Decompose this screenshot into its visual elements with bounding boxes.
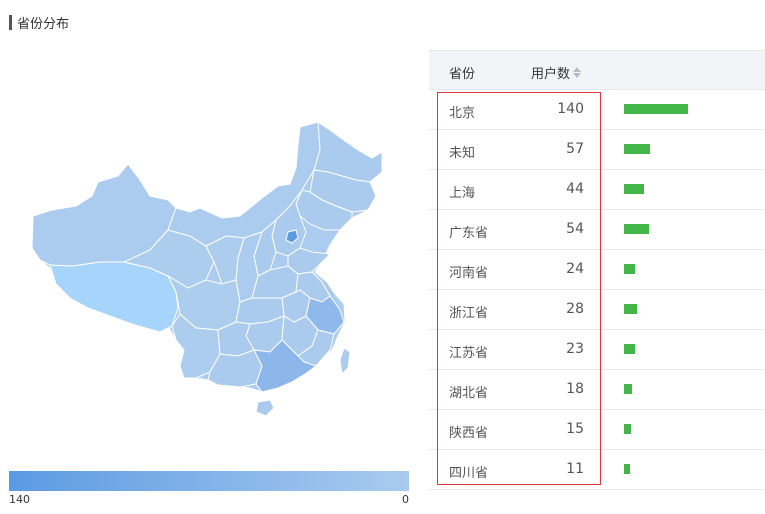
row-bar-track bbox=[624, 304, 724, 314]
row-province: 湖北省 bbox=[449, 386, 489, 401]
row-bar-track bbox=[624, 384, 724, 394]
row-bar-track bbox=[624, 184, 724, 194]
row-user-count: 23 bbox=[566, 341, 584, 357]
china-map[interactable] bbox=[0, 40, 420, 460]
legend-min-label: 0 bbox=[402, 493, 409, 506]
section-title: 省份分布 bbox=[17, 16, 70, 32]
table-row[interactable]: 广东省 54 bbox=[429, 210, 765, 250]
sort-up-icon bbox=[573, 67, 582, 72]
row-bar-track bbox=[624, 224, 724, 234]
table-row[interactable]: 江苏省 23 bbox=[429, 330, 765, 370]
row-province: 河南省 bbox=[449, 266, 489, 281]
row-province: 广东省 bbox=[449, 226, 489, 241]
header-users-label: 用户数 bbox=[531, 67, 571, 82]
row-bar-track bbox=[624, 424, 724, 434]
header-province: 省份 bbox=[449, 67, 476, 82]
table-header: 省份 用户数 bbox=[429, 50, 765, 90]
title-accent-bar bbox=[9, 14, 12, 30]
legend-max-label: 140 bbox=[9, 493, 30, 506]
row-province: 未知 bbox=[449, 146, 476, 161]
row-bar-track bbox=[624, 264, 724, 274]
row-user-count: 54 bbox=[566, 221, 584, 237]
row-province: 江苏省 bbox=[449, 346, 489, 361]
legend-gradient-bar[interactable] bbox=[9, 471, 409, 491]
table-row[interactable]: 上海 44 bbox=[429, 170, 765, 210]
table-row[interactable]: 未知 57 bbox=[429, 130, 765, 170]
row-user-count: 44 bbox=[566, 181, 584, 197]
row-bar-track bbox=[624, 104, 724, 114]
table-row[interactable]: 四川省 11 bbox=[429, 450, 765, 490]
row-bar-fill bbox=[624, 304, 637, 314]
table-row[interactable]: 陕西省 15 bbox=[429, 410, 765, 450]
province-table: 省份 用户数 北京 140 未知 57 上海 44 广东省 54 河南省 24 浙江省 28 江苏省 23… bbox=[429, 50, 765, 490]
row-user-count: 140 bbox=[557, 101, 584, 117]
row-user-count: 15 bbox=[566, 421, 584, 437]
map-region-tibet[interactable] bbox=[49, 261, 179, 333]
row-bar-fill bbox=[624, 424, 631, 434]
map-legend: 140 0 bbox=[9, 471, 409, 507]
row-user-count: 18 bbox=[566, 381, 584, 397]
sort-down-icon bbox=[573, 73, 582, 78]
row-bar-fill bbox=[624, 264, 635, 274]
row-bar-fill bbox=[624, 464, 630, 474]
row-bar-track bbox=[624, 464, 724, 474]
header-users[interactable]: 用户数 bbox=[531, 63, 582, 82]
map-region-taiwan[interactable] bbox=[339, 347, 351, 376]
row-bar-fill bbox=[624, 344, 635, 354]
table-body: 北京 140 未知 57 上海 44 广东省 54 河南省 24 浙江省 28 江苏省 23 湖北省 18 陕西… bbox=[429, 90, 765, 490]
china-map-svg[interactable] bbox=[0, 40, 420, 460]
table-row[interactable]: 北京 140 bbox=[429, 90, 765, 130]
row-province: 上海 bbox=[449, 186, 476, 201]
row-user-count: 28 bbox=[566, 301, 584, 317]
row-bar-fill bbox=[624, 144, 650, 154]
row-province: 浙江省 bbox=[449, 306, 489, 321]
map-region-hainan[interactable] bbox=[255, 399, 275, 417]
section-header: 省份分布 bbox=[9, 14, 70, 32]
row-bar-fill bbox=[624, 104, 688, 114]
row-bar-fill bbox=[624, 224, 649, 234]
row-user-count: 11 bbox=[566, 461, 584, 477]
row-bar-track bbox=[624, 344, 724, 354]
row-bar-fill bbox=[624, 384, 632, 394]
row-bar-fill bbox=[624, 184, 644, 194]
table-row[interactable]: 浙江省 28 bbox=[429, 290, 765, 330]
row-province: 陕西省 bbox=[449, 426, 489, 441]
row-province: 四川省 bbox=[449, 466, 489, 481]
row-bar-track bbox=[624, 144, 724, 154]
row-user-count: 57 bbox=[566, 141, 584, 157]
table-row[interactable]: 湖北省 18 bbox=[429, 370, 765, 410]
sort-icon[interactable] bbox=[573, 67, 582, 78]
row-user-count: 24 bbox=[566, 261, 584, 277]
table-row[interactable]: 河南省 24 bbox=[429, 250, 765, 290]
row-province: 北京 bbox=[449, 106, 476, 121]
